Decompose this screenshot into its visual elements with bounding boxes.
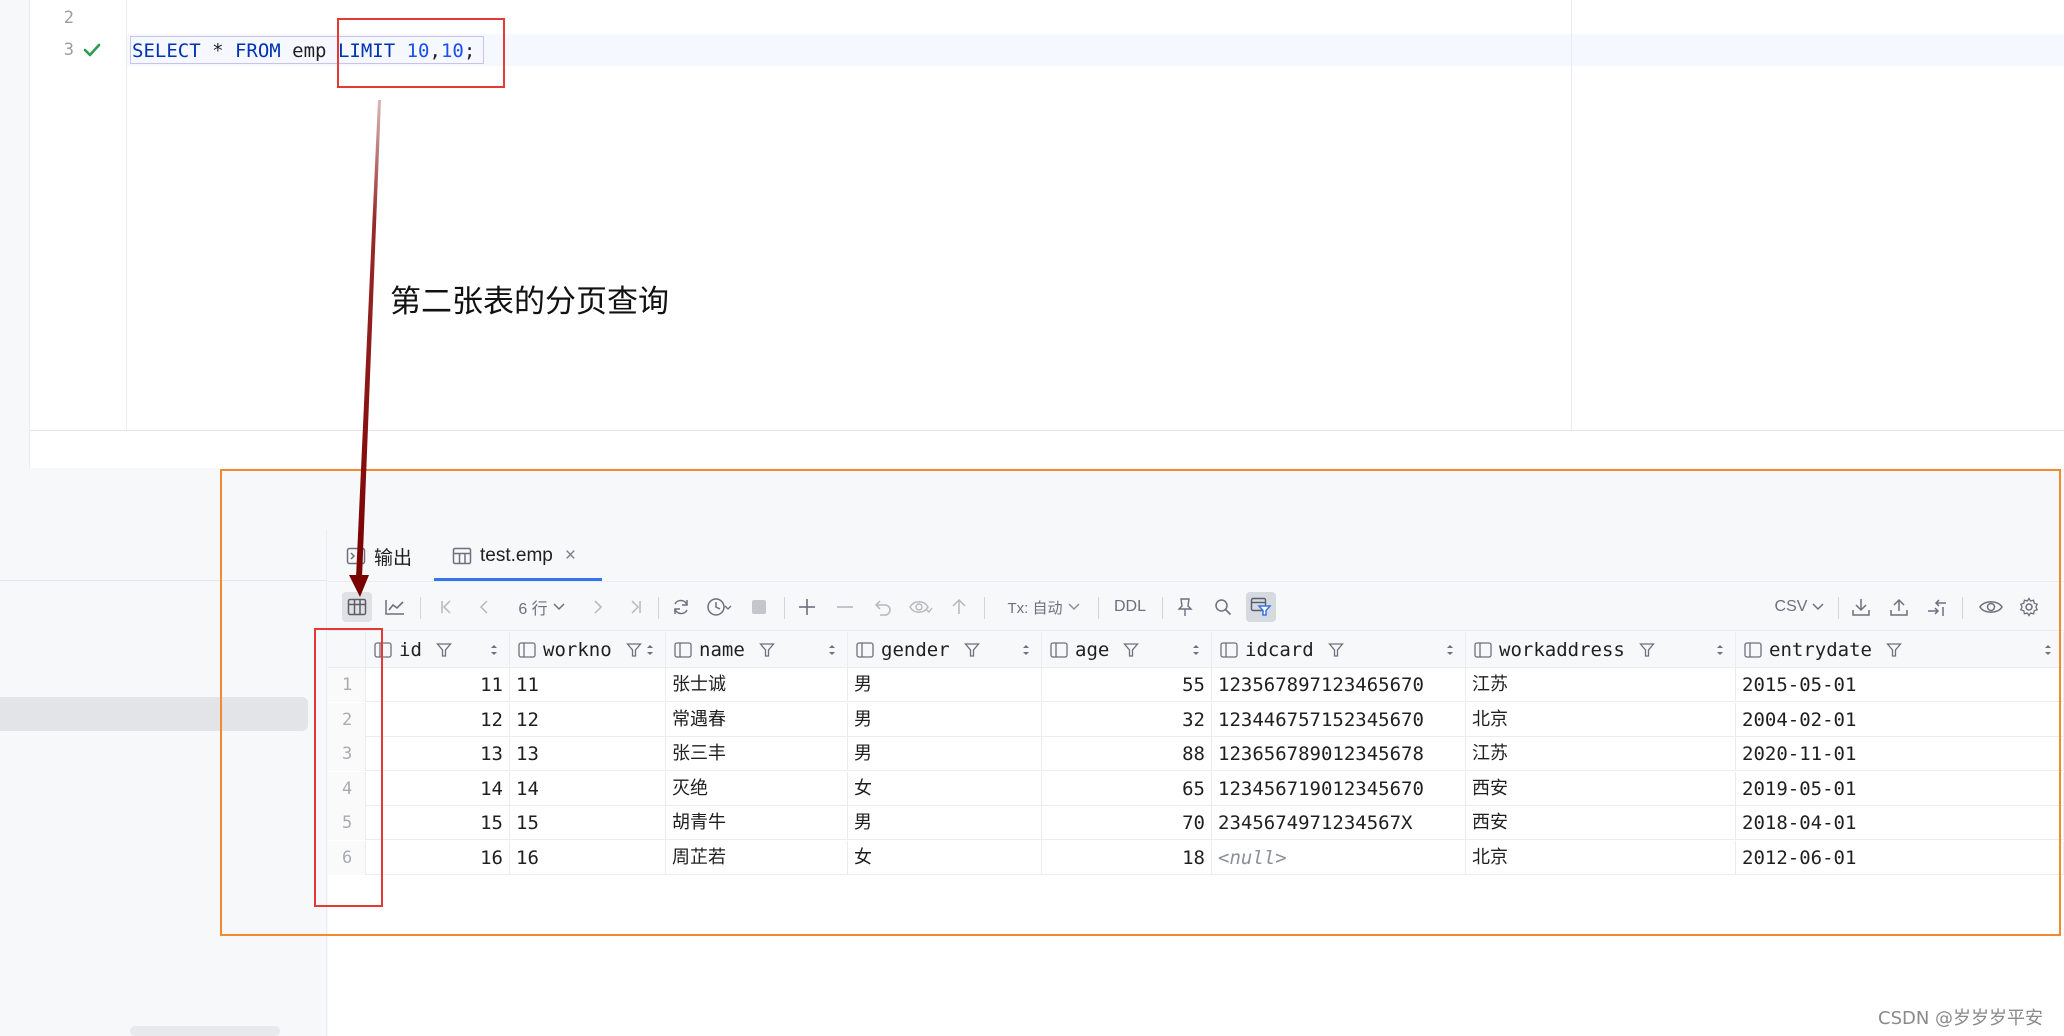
limit-highlight-box (337, 18, 505, 88)
code-token: emp (280, 40, 338, 62)
tree-scrollbar[interactable] (130, 1026, 280, 1036)
editor-bottom-border (30, 430, 2064, 431)
code-token: FROM (234, 40, 281, 62)
line-number: 3 (63, 40, 74, 60)
check-icon (82, 40, 102, 60)
code-token: * (200, 40, 235, 62)
code-token: SELECT (132, 40, 201, 62)
sql-editor[interactable]: 2 3 SELECT * FROM emp LIMIT 10,10; (0, 0, 2064, 430)
result-highlight-box (220, 469, 2061, 936)
row-number-highlight-box (314, 628, 383, 907)
editor-left-strip (0, 0, 30, 468)
right-margin-guide (1571, 0, 1572, 430)
annotation-text: 第二张表的分页查询 (390, 284, 669, 320)
watermark: CSDN @岁岁岁平安 (1878, 1008, 2044, 1029)
gutter-divider (126, 0, 127, 430)
line-number: 2 (63, 8, 74, 28)
